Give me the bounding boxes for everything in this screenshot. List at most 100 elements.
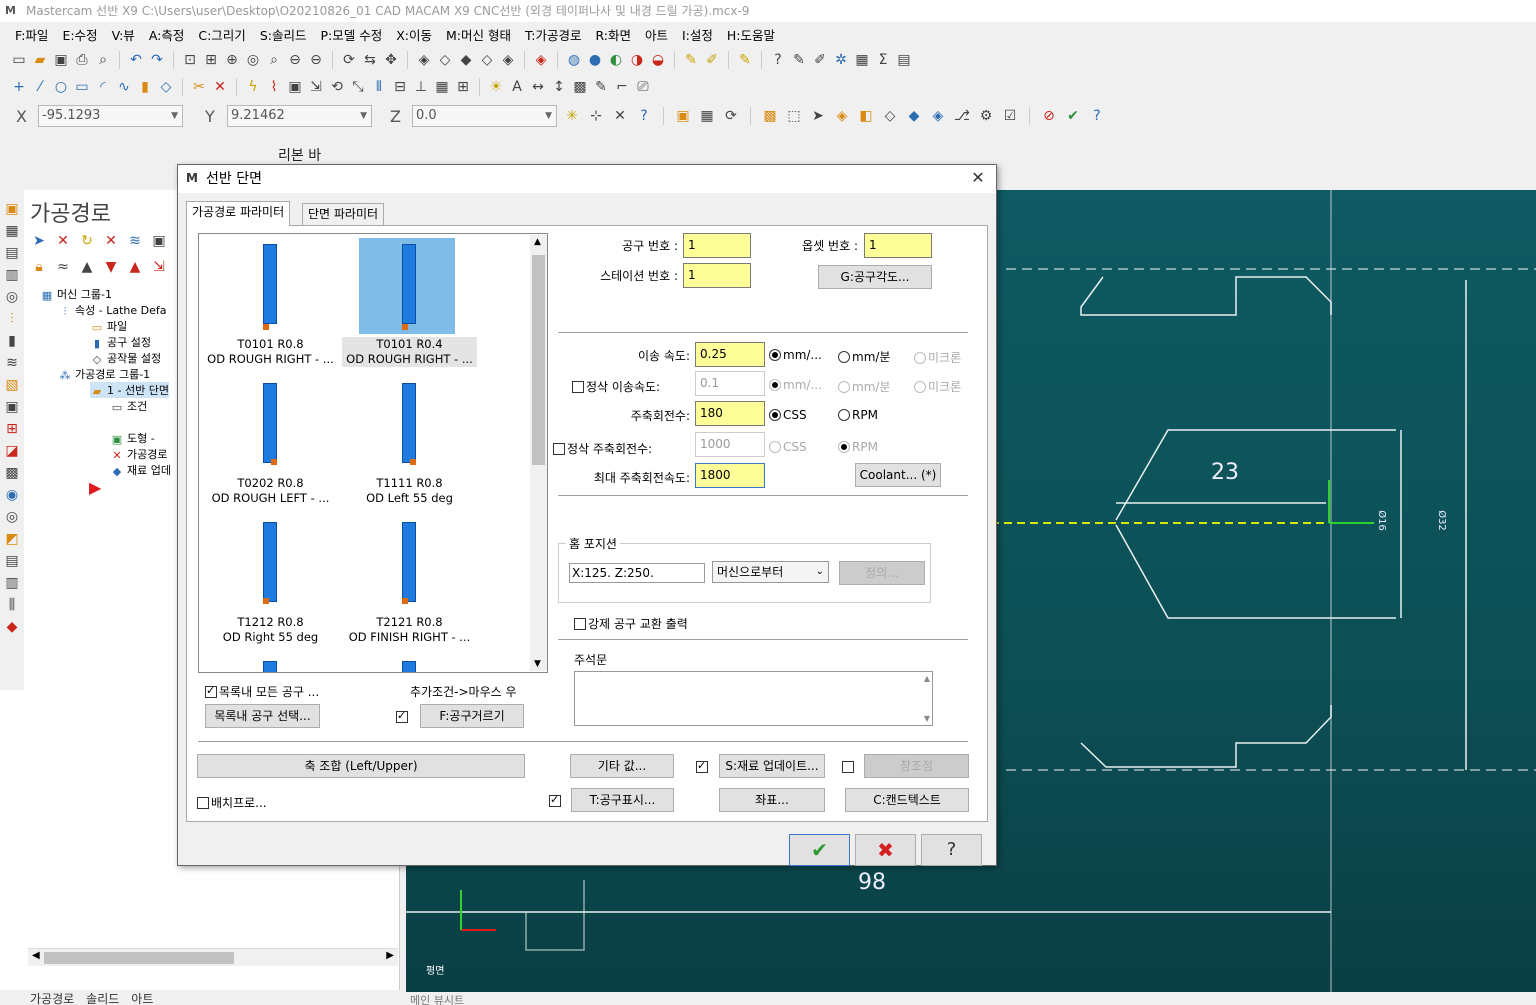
print-preview-icon[interactable]: ⌕: [94, 51, 112, 69]
redo-icon[interactable]: ↷: [148, 51, 166, 69]
line-icon[interactable]: ⁄: [31, 78, 49, 96]
thread-icon[interactable]: ◎: [3, 288, 21, 306]
tree-tool-settings[interactable]: ▮ 공구 설정: [90, 334, 151, 350]
calculator-icon[interactable]: ▦: [853, 51, 871, 69]
batch-checkbox[interactable]: 배치프로...: [197, 794, 267, 811]
join-icon[interactable]: ⌇: [265, 78, 283, 96]
tool-item-partial[interactable]: [342, 655, 477, 672]
mask-icon[interactable]: ▩: [761, 107, 779, 125]
offset-number-field[interactable]: 1: [864, 233, 932, 258]
top-view-icon[interactable]: ◇: [436, 51, 454, 69]
cylinder-icon[interactable]: ▮: [136, 78, 154, 96]
move-up-icon[interactable]: ▲: [126, 258, 144, 276]
scale-icon[interactable]: ⤡: [349, 78, 367, 96]
circle-icon[interactable]: ○: [52, 78, 70, 96]
finish-spindle-css-radio[interactable]: CSS: [769, 440, 807, 454]
pattern-icon[interactable]: ◇: [157, 78, 175, 96]
select-window-icon[interactable]: ▦: [698, 107, 716, 125]
group-icon[interactable]: ⊞: [454, 78, 472, 96]
zoom-icon[interactable]: ⌕: [265, 51, 283, 69]
tool-item-partial[interactable]: [203, 655, 338, 672]
ok-button[interactable]: ✔: [789, 834, 850, 866]
scroll-up-icon[interactable]: ▲: [534, 237, 541, 247]
sigma-icon[interactable]: Σ: [874, 51, 892, 69]
wave-icon[interactable]: ≈: [54, 258, 72, 276]
unzoom-icon[interactable]: ⊖: [286, 51, 304, 69]
face-icon[interactable]: ▤: [3, 244, 21, 262]
scroll-down-icon[interactable]: ▼: [534, 659, 541, 669]
stock-update-button[interactable]: S:재료 업데이트...: [719, 754, 825, 778]
finish-feed-field[interactable]: 0.1: [695, 371, 765, 396]
post-icon[interactable]: ▲: [78, 258, 96, 276]
feed-unit-mm-rev-radio[interactable]: mm/...: [769, 348, 822, 362]
face-select-icon[interactable]: ◧: [857, 107, 875, 125]
solid-select-icon[interactable]: ◈: [833, 107, 851, 125]
tree-stock-update[interactable]: ◆ 재료 업데: [110, 462, 171, 478]
tab-art[interactable]: 아트: [131, 990, 153, 1005]
rotate2-icon[interactable]: ⟲: [328, 78, 346, 96]
wireframe-icon[interactable]: ◐: [607, 51, 625, 69]
translucency-icon[interactable]: ◒: [649, 51, 667, 69]
layout-icon[interactable]: ▤: [895, 51, 913, 69]
tool-item[interactable]: T0101 R0.8 OD ROUGH RIGHT - ...: [203, 238, 338, 373]
y-coordinate-field[interactable]: 9.21462 ▼: [227, 105, 372, 127]
iso-view-icon[interactable]: ◈: [415, 51, 433, 69]
flip-icon[interactable]: ▣: [3, 398, 21, 416]
select-chain-icon[interactable]: ▣: [674, 107, 692, 125]
globe-icon[interactable]: ◍: [565, 51, 583, 69]
select-box-icon[interactable]: ⬚: [785, 107, 803, 125]
status-tab[interactable]: 메인 뷰시트: [406, 992, 1536, 1005]
search2-icon[interactable]: ◉: [3, 486, 21, 504]
tool-display-button[interactable]: T:공구표시...: [571, 788, 674, 812]
tree-geometry[interactable]: ▣ 도형 -: [110, 430, 155, 446]
shade-icon[interactable]: ●: [586, 51, 604, 69]
tab-toolpaths[interactable]: 가공경로: [30, 990, 74, 1005]
hatch-icon[interactable]: ▩: [571, 78, 589, 96]
menu-machine-type[interactable]: M:머신 형태: [439, 25, 518, 44]
bulb-icon[interactable]: ☀: [487, 78, 505, 96]
cursor-icon[interactable]: ➤: [809, 107, 827, 125]
deselect-icon[interactable]: ✕: [54, 232, 72, 250]
backplot2-icon[interactable]: ≋: [126, 232, 144, 250]
pan-icon[interactable]: ✥: [382, 51, 400, 69]
reference-points-button[interactable]: 참조점: [864, 754, 969, 778]
lathe-icon[interactable]: ▣: [3, 200, 21, 218]
tool-filter-button[interactable]: F:공구거르기: [420, 704, 524, 728]
cutoff-icon[interactable]: ▮: [3, 332, 21, 350]
menu-toolpaths[interactable]: T:가공경로: [518, 25, 588, 44]
menu-view[interactable]: V:뷰: [105, 25, 142, 44]
note-icon[interactable]: ✎: [592, 78, 610, 96]
lock-icon[interactable]: 🔒︎: [30, 258, 48, 276]
station-number-field[interactable]: 1: [683, 263, 751, 288]
tree-machine-group[interactable]: ▦ 머신 그룹-1: [40, 286, 112, 302]
menu-create[interactable]: C:그리기: [191, 25, 252, 44]
tool-item[interactable]: T0202 R0.8 OD ROUGH LEFT - ...: [203, 377, 338, 512]
help-icon[interactable]: ?: [635, 107, 653, 125]
dynamic-rotate-icon[interactable]: ⇆: [361, 51, 379, 69]
help-circle-icon[interactable]: ?: [1088, 107, 1106, 125]
home-define-button[interactable]: 정의...: [839, 561, 925, 585]
text-icon[interactable]: A: [508, 78, 526, 96]
body-select-icon[interactable]: ◆: [905, 107, 923, 125]
coordinates-button[interactable]: 좌표...: [719, 788, 825, 812]
hidden-line-icon[interactable]: ◑: [628, 51, 646, 69]
fit-icon[interactable]: ⊡: [181, 51, 199, 69]
plus-icon[interactable]: ⊞: [3, 420, 21, 438]
edit2-icon[interactable]: ◪: [3, 442, 21, 460]
tree-properties[interactable]: ⫶ 속성 - Lathe Defa: [58, 302, 167, 318]
regen-dirty-icon[interactable]: ✕: [102, 232, 120, 250]
disk-icon[interactable]: ◎: [3, 508, 21, 526]
finish-feed-mm-rev-radio[interactable]: mm/...: [769, 378, 822, 392]
point-icon[interactable]: +: [10, 78, 28, 96]
tool-filter-checkbox[interactable]: [396, 709, 408, 723]
tree-toolpath-group[interactable]: ⁂ 가공경로 그룹-1: [58, 366, 151, 382]
autocursor-icon[interactable]: ✳: [563, 107, 581, 125]
right-view-icon[interactable]: ◇: [478, 51, 496, 69]
tool-item[interactable]: T1212 R0.8 OD Right 55 deg: [203, 516, 338, 651]
plane-icon[interactable]: ◈: [532, 51, 550, 69]
break-icon[interactable]: ϟ: [244, 78, 262, 96]
fast-point-icon[interactable]: ⊹: [587, 107, 605, 125]
home-from-select[interactable]: 머신으로부터 ⌄: [712, 561, 829, 583]
comment-textarea[interactable]: ▲ ▼: [574, 671, 933, 726]
menu-xform[interactable]: X:이동: [389, 25, 439, 44]
